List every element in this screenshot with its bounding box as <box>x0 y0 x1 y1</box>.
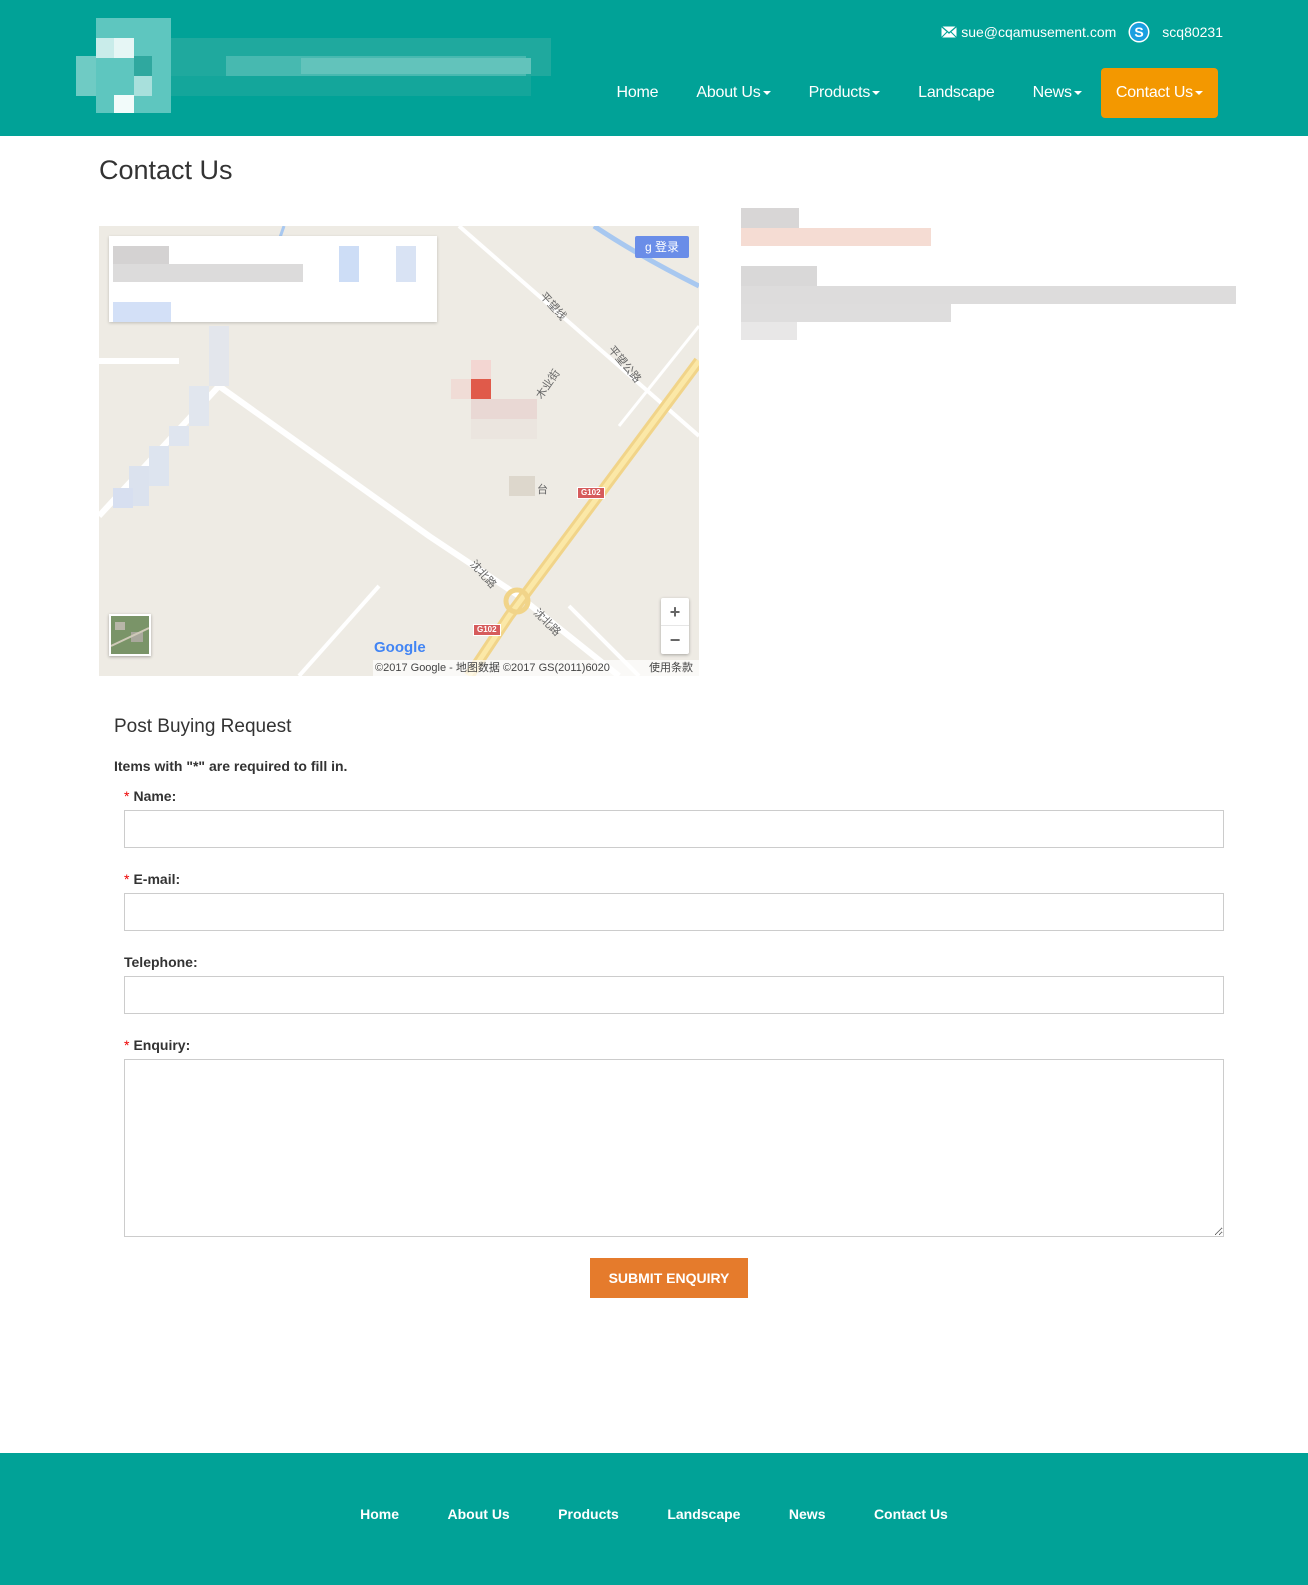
footer-nav: Home About Us Products Landscape News Co… <box>0 1506 1308 1524</box>
nav-news[interactable]: News <box>1014 68 1101 118</box>
map-login-button[interactable]: g 登录 <box>635 236 689 258</box>
map-info-window <box>109 236 437 322</box>
caret-down-icon <box>762 90 771 95</box>
enquiry-textarea[interactable] <box>124 1059 1224 1237</box>
google-logo: Google <box>374 639 426 656</box>
email-field[interactable] <box>124 893 1224 931</box>
google-plus-icon: g <box>644 240 652 254</box>
skype-id[interactable]: scq80231 <box>1162 24 1223 40</box>
map-credit-text: ©2017 Google - 地图数据 ©2017 GS(2011)6020 <box>375 662 610 674</box>
required-mark: * <box>124 1037 130 1053</box>
satellite-thumbnail-icon <box>110 616 150 654</box>
highway-shield: G102 <box>577 487 605 499</box>
enquiry-label: * Enquiry: <box>124 1037 190 1053</box>
form-title: Post Buying Request <box>114 716 292 737</box>
skype-icon[interactable]: S <box>1128 21 1150 43</box>
satellite-view-toggle[interactable] <box>109 614 151 656</box>
contact-bar: sue@cqamusement.com S scq80231 <box>941 20 1223 44</box>
caret-down-icon <box>1195 90 1203 95</box>
google-map[interactable]: g 登录 平望线 平望公路 木业街 台 沈北路 沈北路 G102 G102 + … <box>99 226 699 676</box>
telephone-field[interactable] <box>124 976 1224 1014</box>
telephone-label-text: Telephone: <box>124 954 198 970</box>
email-label-text: E-mail: <box>133 871 181 887</box>
name-field[interactable] <box>124 810 1224 848</box>
main-nav: Home About Us Products Landscape News Co… <box>597 68 1218 118</box>
nav-products[interactable]: Products <box>790 68 900 118</box>
map-login-label: 登录 <box>655 240 680 254</box>
svg-text:S: S <box>1135 24 1144 40</box>
map-zoom-control: + − <box>661 598 689 654</box>
nav-home[interactable]: Home <box>597 68 677 118</box>
nav-contact-us[interactable]: Contact Us <box>1100 68 1218 118</box>
footer-link-products[interactable]: Products <box>558 1506 619 1522</box>
highway-shield: G102 <box>473 624 501 636</box>
caret-down-icon <box>1073 90 1082 95</box>
nav-about-us[interactable]: About Us <box>677 68 789 118</box>
enquiry-label-text: Enquiry: <box>133 1037 191 1053</box>
email-label: * E-mail: <box>124 871 180 887</box>
required-mark: * <box>124 871 130 887</box>
footer-link-about-us[interactable]: About Us <box>448 1506 510 1522</box>
map-credit: ©2017 Google - 地图数据 ©2017 GS(2011)6020 使… <box>373 660 699 676</box>
nav-label: Products <box>808 84 871 101</box>
footer-link-home[interactable]: Home <box>360 1506 399 1522</box>
submit-enquiry-button[interactable]: SUBMIT ENQUIRY <box>590 1258 748 1298</box>
nav-label: Landscape <box>918 84 995 101</box>
site-logo[interactable] <box>76 18 551 118</box>
email-link[interactable]: sue@cqamusement.com <box>961 24 1116 40</box>
form-required-note: Items with "*" are required to fill in. <box>114 758 348 774</box>
name-label: * Name: <box>124 788 176 804</box>
company-info <box>741 208 1236 348</box>
footer-link-landscape[interactable]: Landscape <box>667 1506 740 1522</box>
site-header: sue@cqamusement.com S scq80231 Home Abou… <box>0 0 1308 136</box>
nav-landscape[interactable]: Landscape <box>899 68 1014 118</box>
map-label: 台 <box>537 484 548 496</box>
footer-link-contact-us[interactable]: Contact Us <box>874 1506 948 1522</box>
required-mark: * <box>124 788 130 804</box>
nav-label: News <box>1032 84 1072 101</box>
caret-down-icon <box>872 90 881 95</box>
google-logo-text: Google <box>374 639 426 656</box>
telephone-label: Telephone: <box>124 954 198 970</box>
name-label-text: Name: <box>133 788 177 804</box>
page-title: Contact Us <box>99 155 233 185</box>
footer-link-news[interactable]: News <box>789 1506 826 1522</box>
nav-label: Home <box>616 84 659 101</box>
nav-label: Contact Us <box>1115 84 1193 101</box>
map-terms-link[interactable]: 使用条款 <box>649 660 693 676</box>
zoom-out-button[interactable]: − <box>661 626 689 654</box>
site-footer: Home About Us Products Landscape News Co… <box>0 1453 1308 1585</box>
mail-icon <box>941 26 958 38</box>
zoom-in-button[interactable]: + <box>661 598 689 626</box>
nav-label: About Us <box>696 84 761 101</box>
